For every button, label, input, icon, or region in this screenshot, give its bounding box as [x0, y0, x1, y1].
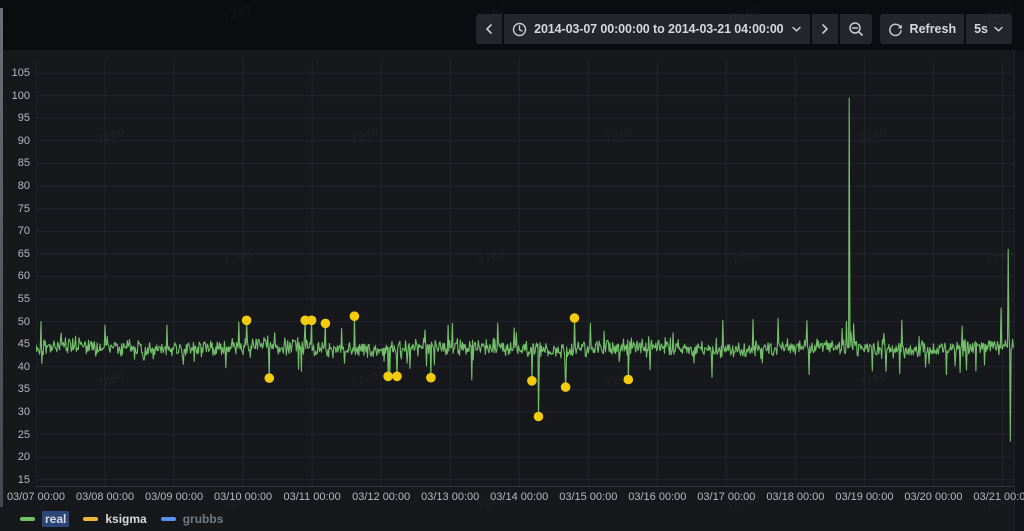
y-axis-tick-label: 105: [0, 67, 30, 79]
refresh-interval-select[interactable]: 5s: [966, 14, 1012, 44]
x-axis-tick-label: 03/09 00:00: [145, 491, 203, 503]
y-axis-tick-label: 30: [0, 406, 30, 418]
x-axis-tick-label: 03/11 00:00: [283, 491, 340, 503]
y-axis-tick-label: 20: [0, 451, 30, 463]
refresh-button[interactable]: Refresh: [880, 14, 965, 44]
magnifier-minus-icon: [848, 21, 864, 37]
time-shift-back-button[interactable]: [476, 14, 502, 44]
x-axis-tick-label: 03/14 00:00: [490, 491, 548, 503]
x-axis-tick-label: 03/10 00:00: [214, 491, 272, 503]
refresh-icon: [888, 22, 903, 37]
chevron-right-icon: [820, 23, 830, 35]
timeseries-panel: 105 100 95 90 85 80 75 70 65 60 55 50 45 40 35 30 25 20 15…: [0, 50, 1015, 531]
legend-item-ksigma[interactable]: ksigma: [83, 511, 146, 527]
refresh-label: Refresh: [910, 22, 957, 36]
anomaly-point-ksigma[interactable]: [307, 316, 317, 326]
clock-icon: [512, 22, 527, 37]
x-axis-tick-label: 03/13 00:00: [421, 491, 479, 503]
anomaly-point-ksigma[interactable]: [265, 373, 275, 383]
legend-item-real[interactable]: real: [20, 511, 69, 527]
legend-item-grubbs[interactable]: grubbs: [161, 511, 224, 527]
y-axis-tick-label: 40: [0, 361, 30, 373]
chevron-down-icon: [791, 25, 802, 33]
anomaly-point-ksigma[interactable]: [242, 316, 252, 326]
y-axis-tick-label: 45: [0, 338, 30, 350]
y-axis-tick-label: 70: [0, 225, 30, 237]
x-axis-tick-label: 03/18 00:00: [766, 491, 824, 503]
refresh-picker: Refresh 5s: [880, 14, 1012, 44]
y-axis-tick-label: 65: [0, 248, 30, 260]
anomaly-point-ksigma[interactable]: [534, 412, 544, 422]
y-axis-tick-label: 100: [0, 90, 30, 102]
y-axis-tick-label: 15: [0, 474, 30, 486]
refresh-interval-value: 5s: [974, 22, 988, 36]
x-axis-tick-label: 03/16 00:00: [628, 491, 686, 503]
legend-series-color-icon: [20, 517, 35, 521]
legend: real ksigma grubbs: [20, 509, 223, 529]
x-axis-tick-label: 03/15 00:00: [559, 491, 617, 503]
anomaly-point-ksigma[interactable]: [561, 382, 571, 392]
y-axis-tick-label: 55: [0, 293, 30, 305]
time-shift-forward-button[interactable]: [812, 14, 838, 44]
anomaly-point-ksigma[interactable]: [570, 313, 580, 323]
anomaly-point-ksigma[interactable]: [426, 373, 436, 383]
y-axis-tick-label: 95: [0, 112, 30, 124]
legend-label: grubbs: [183, 511, 224, 527]
time-picker: 2014-03-07 00:00:00 to 2014-03-21 04:00:…: [476, 14, 871, 44]
anomaly-point-ksigma[interactable]: [350, 311, 360, 321]
left-edge-strip: [0, 8, 3, 507]
y-axis-tick-label: 50: [0, 316, 30, 328]
x-axis-tick-label: 03/19 00:00: [835, 491, 893, 503]
zoom-out-button[interactable]: [840, 14, 872, 44]
anomaly-point-ksigma[interactable]: [624, 375, 634, 385]
legend-label: ksigma: [105, 511, 146, 527]
anomaly-point-ksigma[interactable]: [527, 376, 537, 386]
x-axis-tick-label: 03/20 00:00: [904, 491, 962, 503]
timeseries-svg: [36, 60, 1014, 487]
x-axis-tick-label: 03/21 00:00: [973, 491, 1024, 503]
time-range-label: 2014-03-07 00:00:00 to 2014-03-21 04:00:…: [534, 22, 783, 36]
x-axis-tick-label: 03/17 00:00: [697, 491, 755, 503]
y-axis-tick-label: 75: [0, 203, 30, 215]
x-axis-tick-label: 03/08 00:00: [76, 491, 134, 503]
legend-series-color-icon: [83, 517, 98, 521]
y-axis-tick-label: 85: [0, 157, 30, 169]
chart-plot[interactable]: [36, 60, 1014, 487]
x-axis-tick-label: 03/07 00:00: [7, 491, 65, 503]
chevron-down-icon: [993, 25, 1004, 33]
legend-series-color-icon: [161, 517, 176, 521]
dashboard-header: 2014-03-07 00:00:00 to 2014-03-21 04:00:…: [0, 0, 1024, 50]
time-range-button[interactable]: 2014-03-07 00:00:00 to 2014-03-21 04:00:…: [504, 14, 809, 44]
y-axis-tick-label: 60: [0, 270, 30, 282]
legend-label: real: [42, 511, 69, 527]
y-axis-tick-label: 90: [0, 135, 30, 147]
x-axis-tick-label: 03/12 00:00: [352, 491, 410, 503]
y-axis-tick-label: 25: [0, 429, 30, 441]
anomaly-point-ksigma[interactable]: [392, 372, 402, 382]
anomaly-point-ksigma[interactable]: [321, 319, 331, 329]
chevron-left-icon: [484, 23, 494, 35]
y-axis-tick-label: 80: [0, 180, 30, 192]
dashboard-toolbar: 2014-03-07 00:00:00 to 2014-03-21 04:00:…: [476, 14, 1012, 44]
anomaly-point-ksigma[interactable]: [383, 372, 393, 382]
grafana-dashboard: { "toolbar": { "time_range_label": "2014…: [0, 0, 1024, 531]
y-axis-tick-label: 35: [0, 383, 30, 395]
